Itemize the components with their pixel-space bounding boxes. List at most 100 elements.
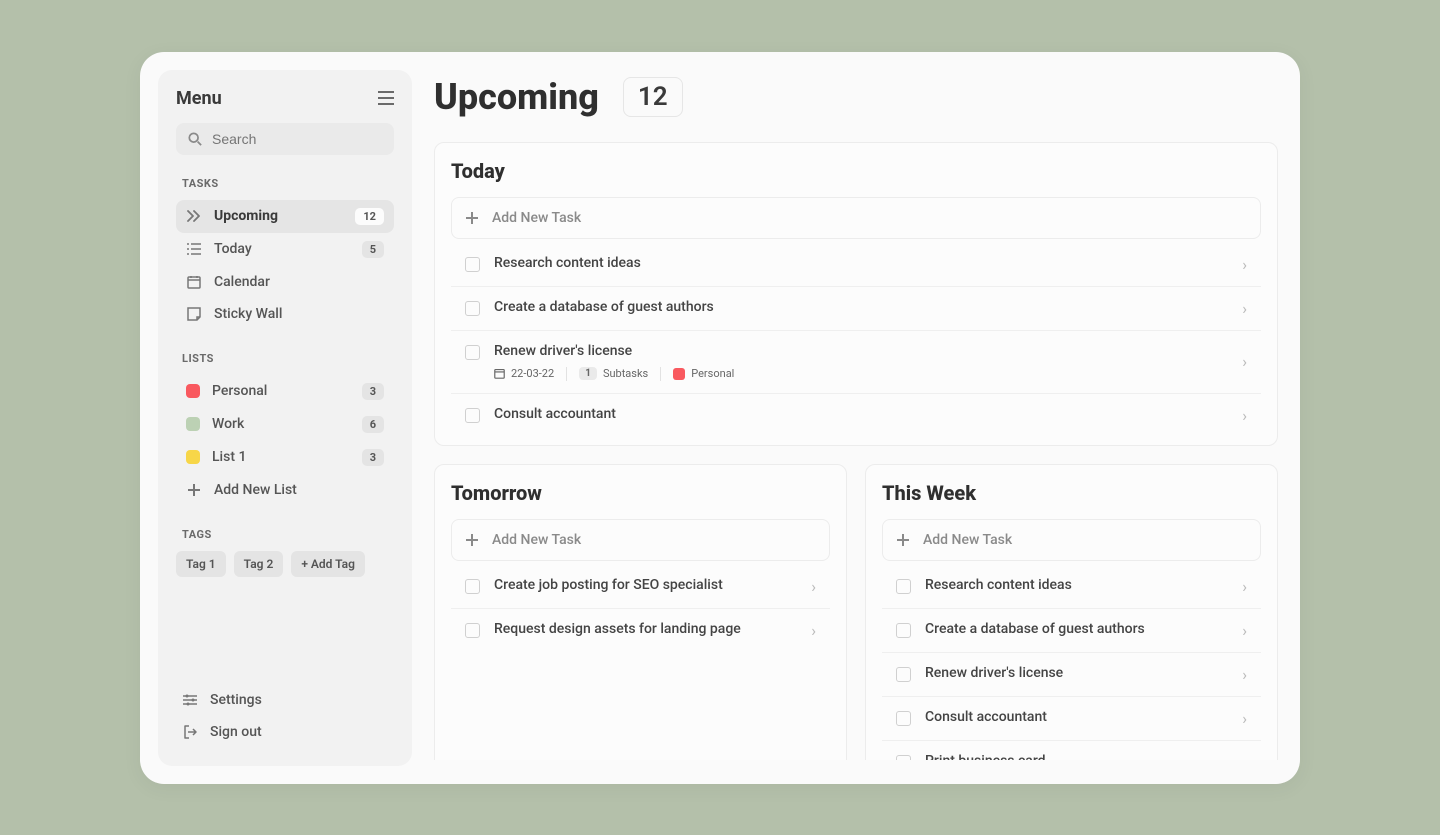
list-count: 3 — [362, 383, 384, 400]
task-list-this-week: Research content ideas › Create a databa… — [882, 565, 1261, 760]
task-row[interactable]: Research content ideas › — [451, 243, 1261, 286]
sidebar-title: Menu — [176, 88, 222, 109]
settings-button[interactable]: Settings — [176, 684, 394, 716]
tags-section-label: TAGS — [176, 528, 394, 541]
tag-chip[interactable]: Tag 1 — [176, 551, 226, 577]
section-title: Tomorrow — [451, 481, 830, 505]
calendar-icon — [494, 368, 505, 379]
list-count: 3 — [362, 449, 384, 466]
task-meta: 22-03-22 1 Subtasks Perso — [494, 367, 1228, 381]
list-label: Personal — [212, 383, 350, 399]
plus-icon — [466, 534, 478, 546]
task-checkbox[interactable] — [465, 579, 480, 594]
task-checkbox[interactable] — [896, 667, 911, 682]
task-row[interactable]: Renew driver's license 22-03-22 — [451, 330, 1261, 393]
task-checkbox[interactable] — [896, 623, 911, 638]
add-task-button[interactable]: Add New Task — [451, 197, 1261, 239]
search-icon — [188, 132, 202, 146]
add-task-label: Add New Task — [923, 532, 1012, 548]
section-title: Today — [451, 159, 1261, 183]
list-check-icon — [186, 241, 202, 257]
nav-item-upcoming[interactable]: Upcoming 12 — [176, 200, 394, 233]
chevron-right-icon: › — [1242, 709, 1247, 728]
task-checkbox[interactable] — [465, 623, 480, 638]
task-title: Research content ideas — [925, 577, 1228, 593]
task-row[interactable]: Create a database of guest authors › — [882, 608, 1261, 652]
add-list-button[interactable]: Add New List — [176, 474, 394, 506]
task-title: Renew driver's license — [925, 665, 1228, 681]
nav-item-sticky-wall[interactable]: Sticky Wall — [176, 298, 394, 330]
task-title: Request design assets for landing page — [494, 621, 797, 637]
add-tag-button[interactable]: + Add Tag — [291, 551, 365, 577]
sidebar-footer: Settings Sign out — [176, 684, 394, 748]
task-title: Renew driver's license — [494, 343, 1228, 359]
chevron-right-icon: › — [1242, 753, 1247, 760]
task-title: Consult accountant — [925, 709, 1228, 725]
search-input[interactable] — [212, 131, 393, 147]
task-checkbox[interactable] — [465, 345, 480, 360]
tag-chip[interactable]: Tag 2 — [234, 551, 284, 577]
task-row[interactable]: Create job posting for SEO specialist › — [451, 565, 830, 608]
sliders-icon — [182, 694, 198, 706]
menu-toggle-button[interactable] — [378, 91, 394, 105]
nav-item-calendar[interactable]: Calendar — [176, 266, 394, 298]
settings-label: Settings — [210, 692, 262, 708]
task-row[interactable]: Create a database of guest authors › — [451, 286, 1261, 330]
task-title: Create a database of guest authors — [925, 621, 1228, 637]
task-row[interactable]: Consult accountant › — [451, 393, 1261, 437]
task-title: Consult accountant — [494, 406, 1228, 422]
hamburger-icon — [378, 91, 394, 105]
plus-icon — [186, 482, 202, 498]
nav-item-today[interactable]: Today 5 — [176, 233, 394, 266]
divider — [566, 367, 567, 381]
task-checkbox[interactable] — [465, 257, 480, 272]
chevron-right-icon: › — [1242, 665, 1247, 684]
add-task-label: Add New Task — [492, 210, 581, 226]
task-row[interactable]: Renew driver's license › — [882, 652, 1261, 696]
task-date-value: 22-03-22 — [511, 367, 554, 380]
nav-label: Calendar — [214, 274, 384, 290]
task-checkbox[interactable] — [896, 755, 911, 760]
sidebar: Menu TASKS Upcoming 12 — [158, 70, 412, 766]
task-row[interactable]: Research content ideas › — [882, 565, 1261, 608]
list-label: List 1 — [212, 449, 350, 465]
add-task-button[interactable]: Add New Task — [451, 519, 830, 561]
task-title: Create a database of guest authors — [494, 299, 1228, 315]
subtasks-label: Subtasks — [603, 367, 648, 380]
task-checkbox[interactable] — [896, 711, 911, 726]
plus-icon — [897, 534, 909, 546]
add-task-label: Add New Task — [492, 532, 581, 548]
task-checkbox[interactable] — [465, 408, 480, 423]
list-color-swatch — [673, 368, 685, 380]
app-window: Menu TASKS Upcoming 12 — [140, 52, 1300, 784]
list-item-work[interactable]: Work 6 — [176, 408, 394, 441]
add-task-button[interactable]: Add New Task — [882, 519, 1261, 561]
list-item-list1[interactable]: List 1 3 — [176, 441, 394, 474]
list-item-personal[interactable]: Personal 3 — [176, 375, 394, 408]
task-list-today: Research content ideas › Create a databa… — [451, 243, 1261, 437]
row-two: Tomorrow Add New Task Create job posting… — [434, 464, 1278, 760]
plus-icon — [466, 212, 478, 224]
chevron-right-icon: › — [1242, 577, 1247, 596]
section-this-week: This Week Add New Task Research content … — [865, 464, 1278, 760]
chevron-right-icon: › — [811, 577, 816, 596]
chevron-right-icon: › — [1242, 352, 1247, 371]
task-row[interactable]: Consult accountant › — [882, 696, 1261, 740]
tags-row: Tag 1 Tag 2 + Add Tag — [176, 551, 394, 577]
task-checkbox[interactable] — [896, 579, 911, 594]
signout-button[interactable]: Sign out — [176, 716, 394, 748]
page-header: Upcoming 12 — [434, 76, 1278, 118]
nav-label: Today — [214, 241, 350, 257]
task-row[interactable]: Request design assets for landing page › — [451, 608, 830, 652]
chevron-right-icon: › — [1242, 299, 1247, 318]
nav-label: Upcoming — [214, 208, 343, 224]
task-title: Print business card — [925, 753, 1228, 760]
search-box[interactable] — [176, 123, 394, 155]
task-row[interactable]: Print business card › — [882, 740, 1261, 760]
lists-section-label: LISTS — [176, 352, 394, 365]
calendar-icon — [186, 274, 202, 290]
signout-icon — [182, 725, 198, 739]
chevron-right-icon: › — [1242, 621, 1247, 640]
task-checkbox[interactable] — [465, 301, 480, 316]
task-list-label: Personal — [691, 367, 734, 380]
